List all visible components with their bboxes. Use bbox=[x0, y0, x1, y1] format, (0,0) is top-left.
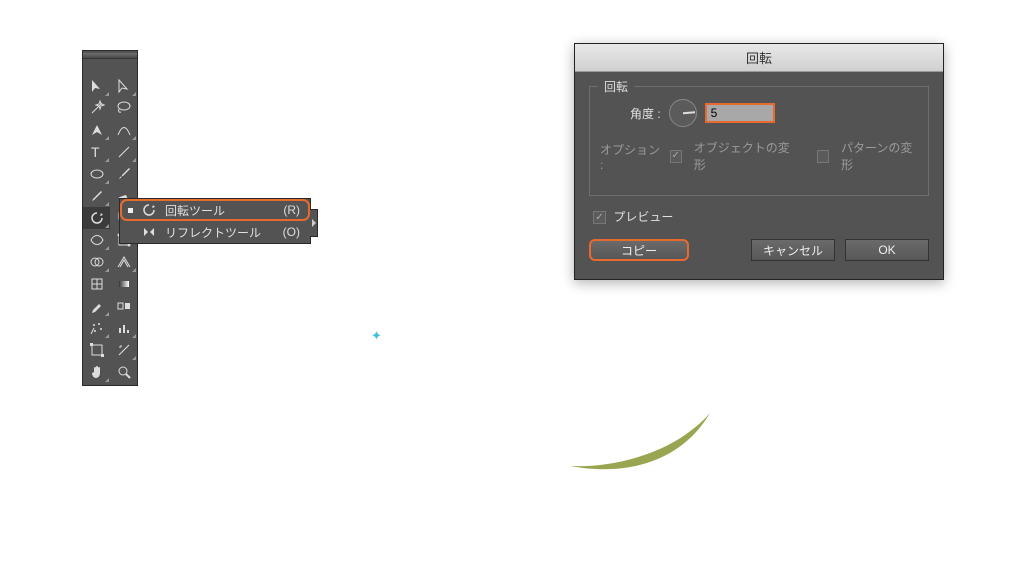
copy-button-label: コピー bbox=[621, 242, 657, 259]
pencil-tool[interactable] bbox=[83, 185, 110, 207]
preview-label: プレビュー bbox=[613, 210, 673, 224]
active-indicator-icon bbox=[128, 208, 133, 213]
mesh-tool[interactable] bbox=[83, 273, 110, 295]
ok-button[interactable]: OK bbox=[845, 239, 929, 261]
flyout-item-hotkey: (R) bbox=[283, 203, 300, 217]
rotation-center-icon: ✦ bbox=[371, 328, 382, 344]
angle-dial[interactable] bbox=[669, 99, 697, 127]
paintbrush-tool[interactable] bbox=[110, 163, 137, 185]
lasso-tool[interactable] bbox=[110, 97, 137, 119]
angle-label: 角度 : bbox=[630, 105, 661, 122]
symbol-sprayer-tool[interactable] bbox=[83, 317, 110, 339]
rotate-tool[interactable] bbox=[83, 207, 110, 229]
hand-tool[interactable] bbox=[83, 361, 110, 383]
rotate-icon bbox=[141, 202, 157, 218]
angle-input[interactable] bbox=[705, 103, 775, 123]
panel-handle[interactable] bbox=[83, 53, 137, 59]
magic-wand-tool[interactable] bbox=[83, 97, 110, 119]
shape-builder-tool[interactable] bbox=[83, 251, 110, 273]
flyout-item-hotkey: (O) bbox=[283, 225, 300, 239]
artwork-shape bbox=[565, 408, 715, 473]
rotate-tool-flyout: 回転ツール (R) リフレクトツール (O) bbox=[119, 198, 311, 244]
preview-checkbox[interactable] bbox=[593, 211, 606, 224]
direct-selection-tool[interactable] bbox=[110, 75, 137, 97]
zoom-tool[interactable] bbox=[110, 361, 137, 383]
svg-text:T: T bbox=[91, 144, 100, 160]
cancel-button[interactable]: キャンセル bbox=[751, 239, 835, 261]
cancel-button-label: キャンセル bbox=[763, 242, 823, 259]
flyout-item-label: 回転ツール bbox=[165, 202, 225, 219]
line-segment-tool[interactable] bbox=[110, 141, 137, 163]
transform-patterns-label: パターンの変形 bbox=[841, 139, 918, 173]
perspective-grid-tool[interactable] bbox=[110, 251, 137, 273]
dialog-title: 回転 bbox=[746, 48, 772, 67]
slice-tool[interactable] bbox=[110, 339, 137, 361]
pen-tool[interactable] bbox=[83, 119, 110, 141]
flyout-item-rotate[interactable]: 回転ツール (R) bbox=[120, 199, 310, 221]
fieldset-legend: 回転 bbox=[598, 78, 634, 95]
transform-patterns-checkbox bbox=[817, 150, 829, 163]
eyedropper-tool[interactable] bbox=[83, 295, 110, 317]
column-graph-tool[interactable] bbox=[110, 317, 137, 339]
dialog-titlebar[interactable]: 回転 bbox=[575, 44, 943, 72]
artboard-tool[interactable] bbox=[83, 339, 110, 361]
curvature-pen-tool[interactable] bbox=[110, 119, 137, 141]
type-tool[interactable]: T bbox=[83, 141, 110, 163]
option-label: オプション : bbox=[600, 141, 662, 172]
gradient-tool[interactable] bbox=[110, 273, 137, 295]
transform-objects-label: オブジェクトの変形 bbox=[694, 139, 794, 173]
rotate-dialog: 回転 回転 角度 : オプション : オブジェクトの変形 パターンの変形 プレビ… bbox=[574, 43, 944, 280]
ok-button-label: OK bbox=[878, 243, 895, 257]
transform-objects-checkbox bbox=[670, 150, 682, 163]
width-tool[interactable] bbox=[83, 229, 110, 251]
copy-button[interactable]: コピー bbox=[589, 239, 689, 261]
flyout-item-reflect[interactable]: リフレクトツール (O) bbox=[120, 221, 310, 243]
selection-tool[interactable] bbox=[83, 75, 110, 97]
blend-tool[interactable] bbox=[110, 295, 137, 317]
ellipse-tool[interactable] bbox=[83, 163, 110, 185]
rotate-fieldset: 回転 角度 : オプション : オブジェクトの変形 パターンの変形 bbox=[589, 86, 929, 196]
flyout-tearoff-handle[interactable] bbox=[310, 209, 318, 237]
flyout-item-label: リフレクトツール bbox=[165, 224, 261, 241]
reflect-icon bbox=[141, 224, 157, 240]
